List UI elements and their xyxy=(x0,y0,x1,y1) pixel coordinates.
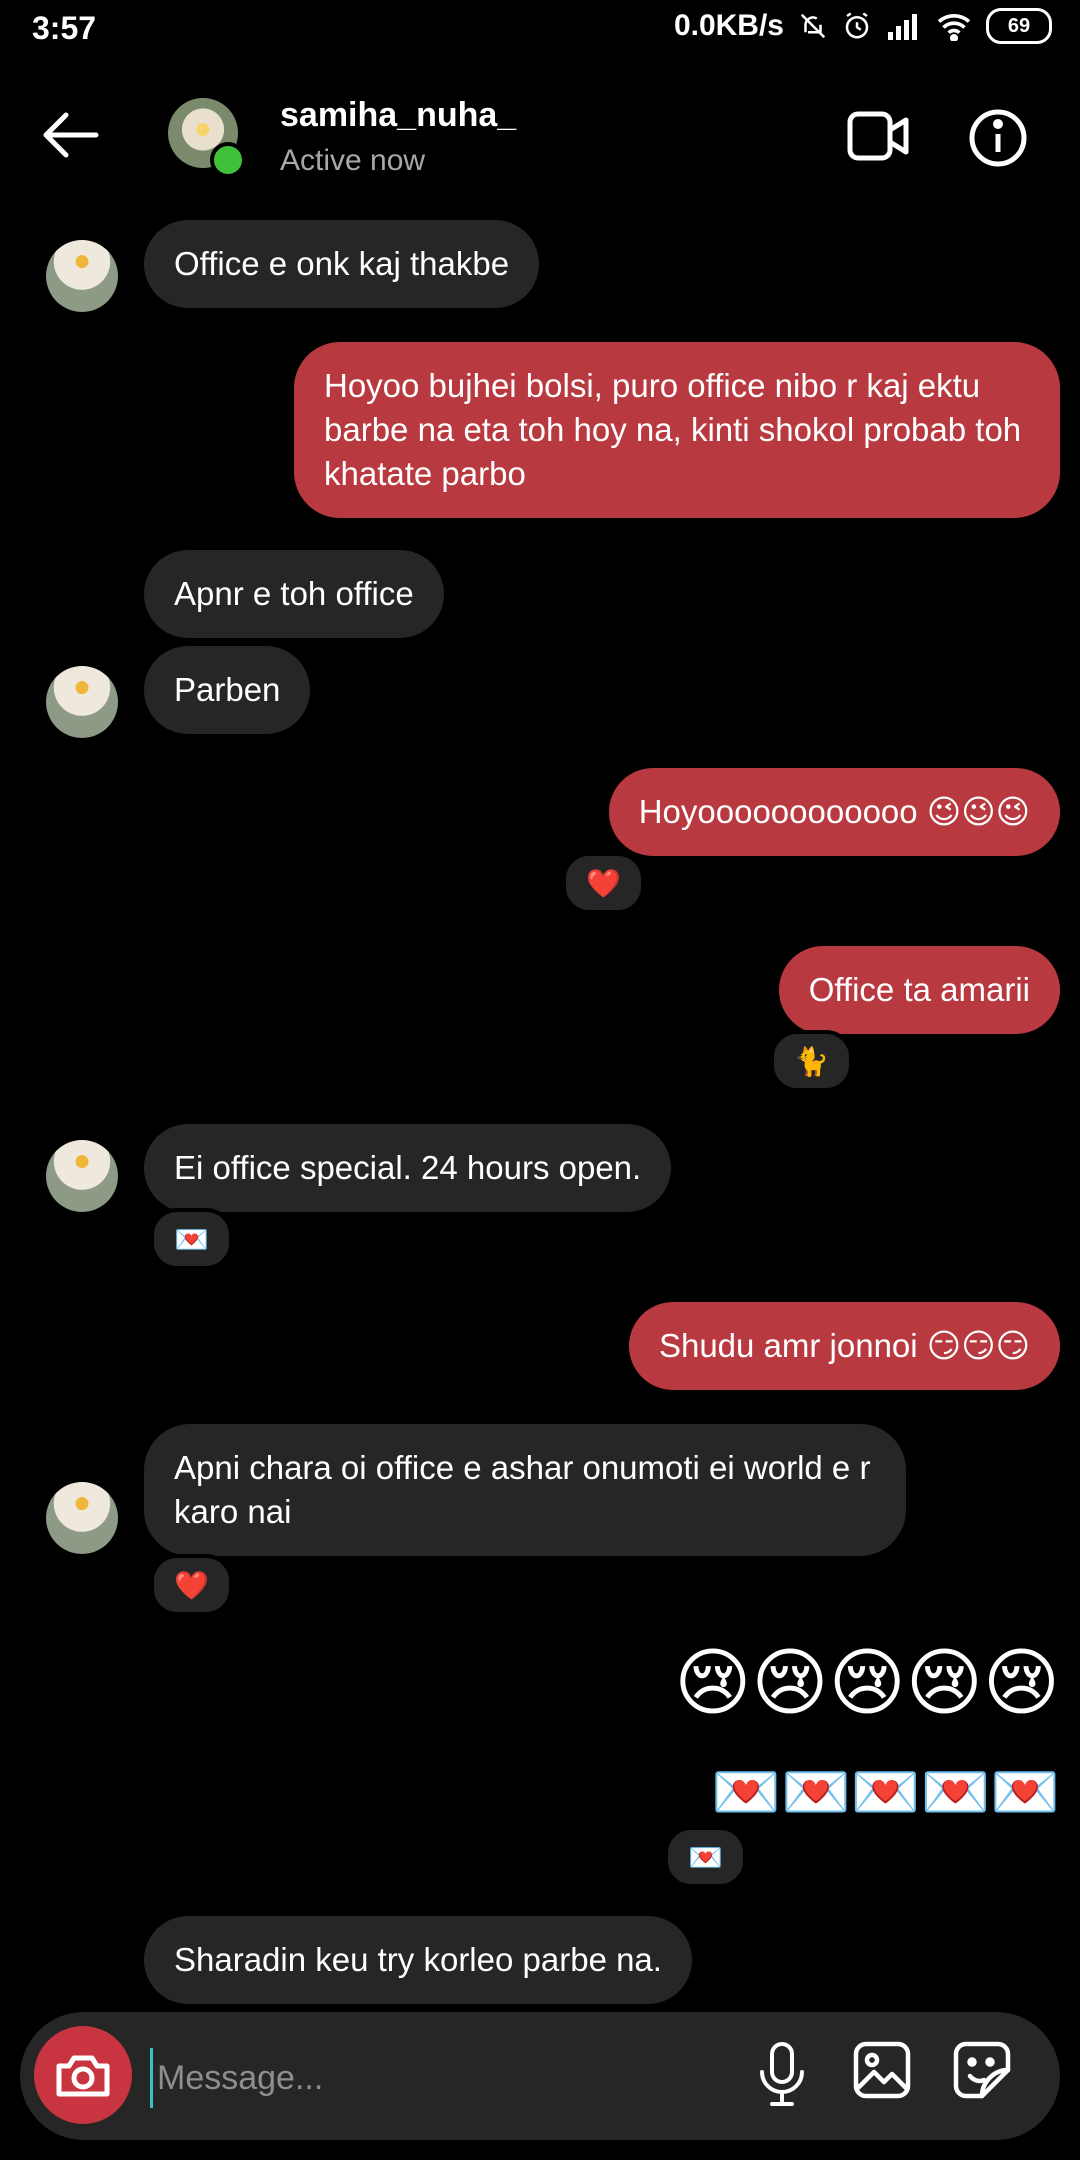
alarm-icon xyxy=(845,12,869,39)
wifi-icon xyxy=(937,14,971,41)
bell-muted-icon xyxy=(800,13,826,39)
sender-avatar[interactable] xyxy=(46,240,118,312)
info-icon[interactable] xyxy=(968,108,1028,168)
sender-avatar[interactable] xyxy=(46,666,118,738)
message-reaction[interactable]: ❤️ xyxy=(150,1554,233,1616)
sender-avatar[interactable] xyxy=(46,1140,118,1212)
incoming-message[interactable]: Sharadin keu try korleo parbe na. xyxy=(144,1916,692,2004)
incoming-message[interactable]: Ei office special. 24 hours open. xyxy=(144,1124,672,1212)
gallery-icon[interactable] xyxy=(852,2040,912,2100)
outgoing-message[interactable]: Hoyoooooooooooo 😉😉😉 xyxy=(608,768,1060,856)
message-input[interactable] xyxy=(150,2048,719,2108)
outgoing-emoji-message[interactable]: 😢😢😢😢😢 xyxy=(674,1642,1060,1724)
outgoing-message[interactable]: Office ta amarii xyxy=(778,946,1060,1034)
video-call-icon[interactable] xyxy=(846,110,910,162)
microphone-icon[interactable] xyxy=(758,2040,806,2108)
message-reaction[interactable]: ❤️ xyxy=(562,852,645,914)
incoming-message[interactable]: Apnr e toh office xyxy=(144,550,444,638)
message-reaction[interactable]: 💌 xyxy=(150,1208,233,1270)
online-indicator xyxy=(210,142,246,178)
message-reaction[interactable]: 💌 xyxy=(664,1826,747,1888)
incoming-message[interactable]: Office e onk kaj thakbe xyxy=(144,220,540,308)
status-icons: 0.0KB/s 69 xyxy=(674,8,1052,44)
status-time: 3:57 xyxy=(32,10,97,46)
camera-icon xyxy=(56,2055,110,2097)
message-reaction[interactable]: 🐈 xyxy=(770,1030,853,1092)
sender-avatar[interactable] xyxy=(46,1482,118,1554)
outgoing-message[interactable]: Hoyoo bujhei bolsi, puro office nibo r k… xyxy=(294,342,1060,518)
network-speed: 0.0KB/s xyxy=(673,9,784,42)
back-arrow-icon[interactable] xyxy=(40,110,100,160)
signal-icon xyxy=(888,14,917,40)
incoming-message[interactable]: Parben xyxy=(144,646,311,734)
header-active-status: Active now xyxy=(280,144,426,177)
sticker-icon[interactable] xyxy=(952,2040,1012,2100)
incoming-message[interactable]: Apni chara oi office e ashar onumoti ei … xyxy=(144,1424,906,1556)
outgoing-emoji-message[interactable]: 💌💌💌💌💌 xyxy=(711,1762,1060,1822)
battery-icon: 69 xyxy=(986,8,1052,44)
header-username[interactable]: samiha_nuha_ xyxy=(280,96,516,135)
outgoing-message[interactable]: Shudu amr jonnoi 😏😏😏 xyxy=(628,1302,1060,1390)
camera-button[interactable] xyxy=(34,2026,132,2124)
